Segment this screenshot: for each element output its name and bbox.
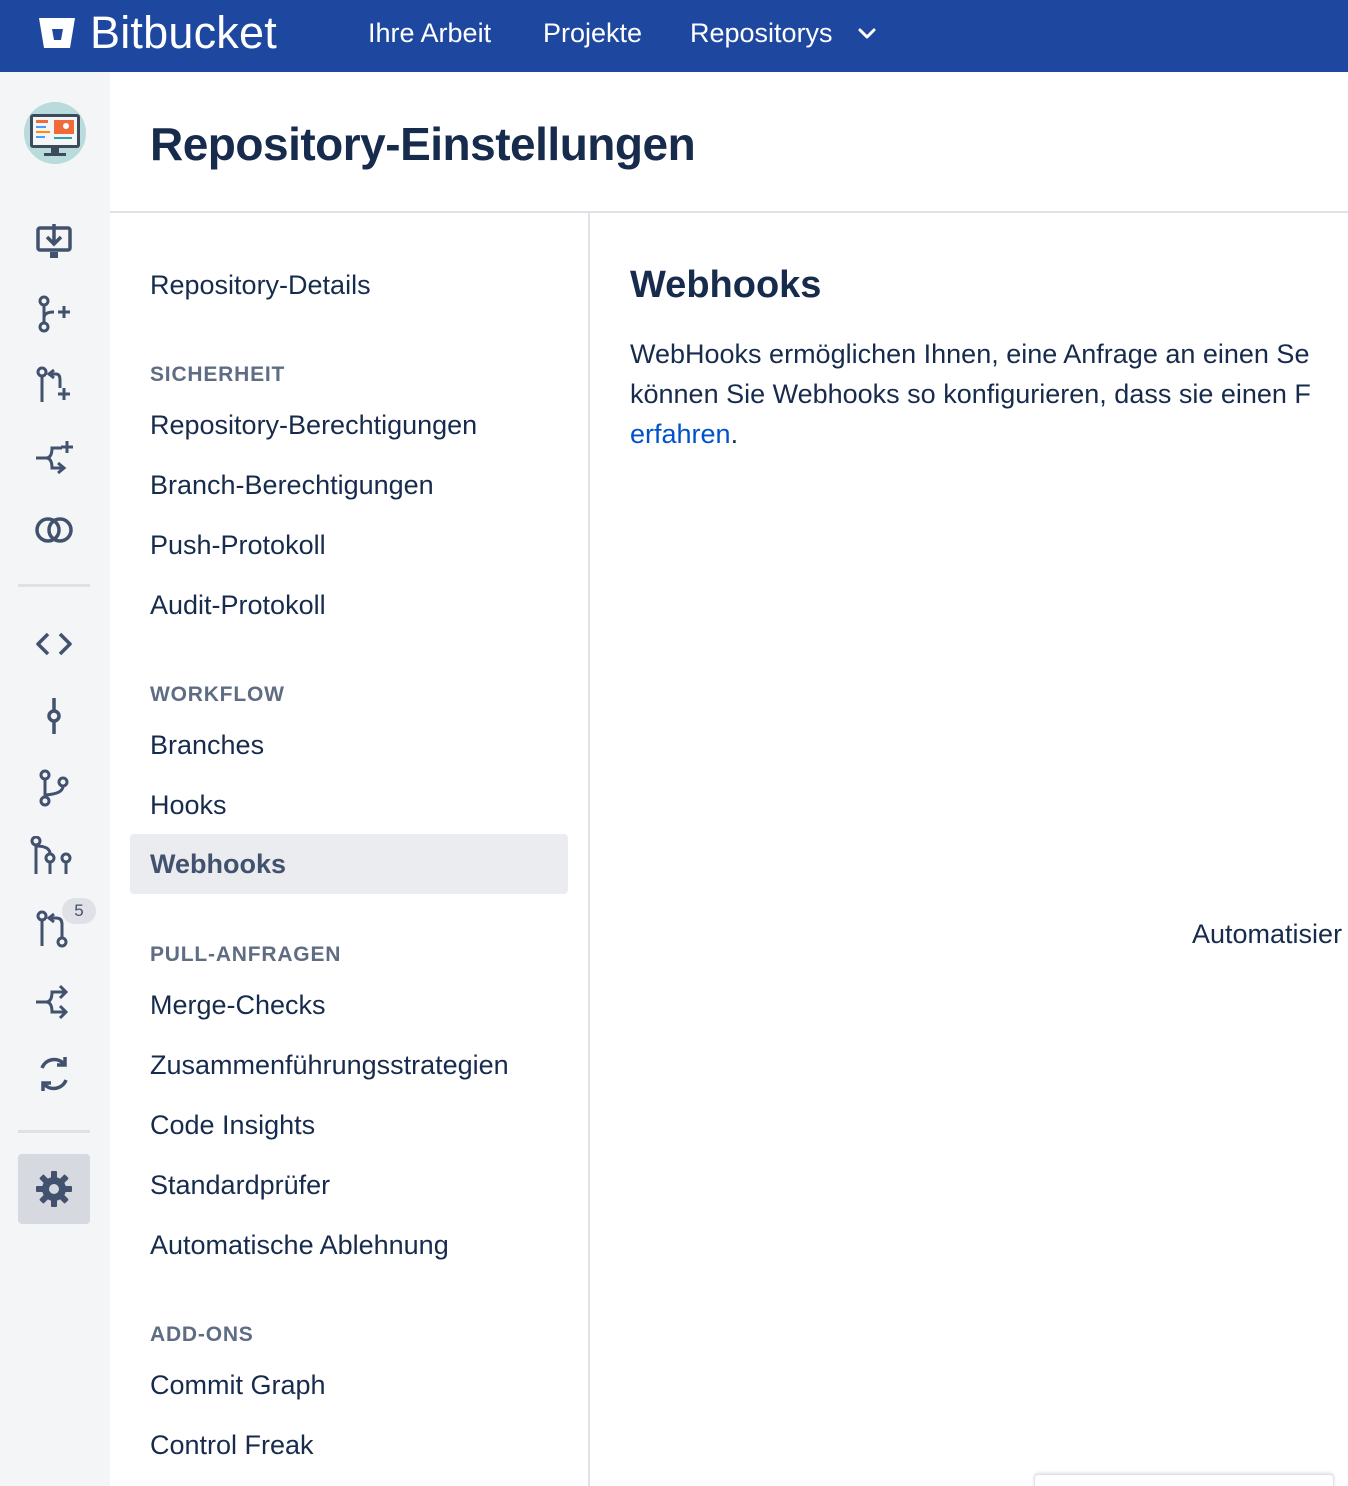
compare-icon[interactable] <box>34 510 74 550</box>
menu-merge-checks[interactable]: Merge-Checks <box>150 988 326 1022</box>
menu-heading-security: SICHERHEIT <box>150 363 286 386</box>
repository-avatar-icon[interactable] <box>24 102 86 164</box>
column-divider <box>588 213 590 1486</box>
menu-control-freak[interactable]: Control Freak <box>150 1428 314 1462</box>
description-period: . <box>730 419 739 449</box>
create-fork-icon[interactable] <box>34 438 74 478</box>
menu-merge-strategies[interactable]: Zusammenführungsstrategien <box>150 1048 509 1082</box>
clone-icon[interactable] <box>34 222 74 262</box>
create-pull-request-icon[interactable] <box>34 366 74 406</box>
empty-state-text: Automatisier <box>1192 919 1343 949</box>
header-divider <box>110 211 1348 213</box>
page-title: Repository-Einstellungen <box>150 118 696 170</box>
sidebar-divider <box>18 584 90 587</box>
menu-default-reviewers[interactable]: Standardprüfer <box>150 1168 330 1202</box>
learn-more-link[interactable]: erfahren <box>630 419 731 449</box>
webhooks-description-line-3: erfahren. <box>630 414 738 454</box>
webhooks-title: Webhooks <box>630 264 822 306</box>
all-branches-graph-icon[interactable] <box>30 836 76 876</box>
forks-icon[interactable] <box>34 982 74 1022</box>
webhooks-description-line-1: WebHooks ermöglichen Ihnen, eine Anfrage… <box>630 339 1310 369</box>
commits-icon[interactable] <box>34 696 74 736</box>
sidebar-divider <box>18 1130 90 1133</box>
pull-requests-count-badge: 5 <box>62 898 96 924</box>
branches-icon[interactable] <box>34 768 74 808</box>
menu-heading-add-ons: ADD-ONS <box>150 1323 254 1346</box>
chevron-down-icon[interactable] <box>856 22 878 44</box>
menu-repository-permissions[interactable]: Repository-Berechtigungen <box>150 408 477 442</box>
bitbucket-logo-icon[interactable] <box>38 16 76 50</box>
top-navigation-bar: Bitbucket Ihre Arbeit Projekte Repositor… <box>0 0 1348 72</box>
menu-commit-graph[interactable]: Commit Graph <box>150 1368 326 1402</box>
nav-projects[interactable]: Projekte <box>543 16 642 50</box>
menu-push-log[interactable]: Push-Protokoll <box>150 528 326 562</box>
menu-branches[interactable]: Branches <box>150 728 264 762</box>
menu-code-insights[interactable]: Code Insights <box>150 1108 315 1142</box>
menu-repository-details[interactable]: Repository-Details <box>150 268 371 302</box>
menu-webhooks-label: Webhooks <box>150 849 287 879</box>
menu-auto-decline[interactable]: Automatische Ablehnung <box>150 1228 449 1262</box>
nav-your-work[interactable]: Ihre Arbeit <box>368 16 491 50</box>
create-branch-icon[interactable] <box>34 294 74 334</box>
menu-webhooks-selected[interactable]: Webhooks <box>130 834 568 894</box>
menu-heading-workflow: WORKFLOW <box>150 683 285 706</box>
source-icon[interactable] <box>34 624 74 664</box>
floating-card <box>1034 1474 1334 1486</box>
menu-hooks[interactable]: Hooks <box>150 788 227 822</box>
menu-branch-permissions[interactable]: Branch-Berechtigungen <box>150 468 434 502</box>
gear-icon <box>36 1171 72 1207</box>
nav-repositories[interactable]: Repositorys <box>690 16 833 50</box>
brand-name[interactable]: Bitbucket <box>90 8 277 58</box>
menu-audit-log[interactable]: Audit-Protokoll <box>150 588 326 622</box>
repository-settings-button[interactable] <box>18 1154 90 1224</box>
builds-icon[interactable] <box>34 1054 74 1094</box>
webhooks-description-line-2: können Sie Webhooks so konfigurieren, da… <box>630 379 1311 409</box>
menu-heading-pull-requests: PULL-ANFRAGEN <box>150 943 342 966</box>
